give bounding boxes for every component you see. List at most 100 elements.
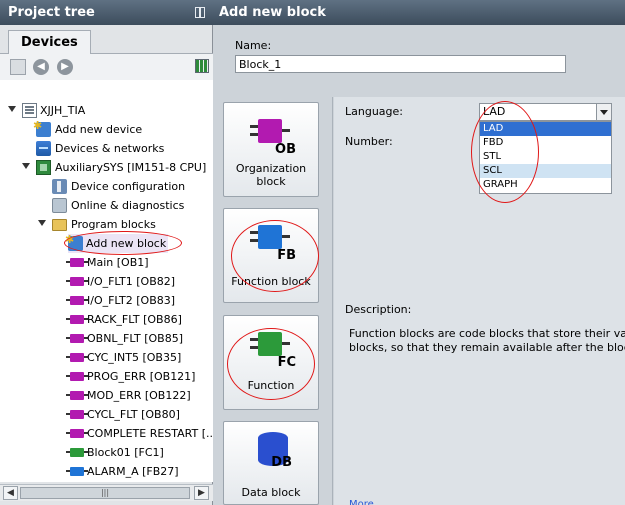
device-config-icon xyxy=(52,179,67,194)
tree-item-block[interactable]: Block01 [FC1] xyxy=(66,443,210,462)
tree-item-label: I/O_FLT1 [OB82] xyxy=(87,275,176,288)
tree-item-label: Add new block xyxy=(86,237,167,250)
ob-code: OB xyxy=(275,142,296,157)
tree-item-label: I/O_FLT2 [OB83] xyxy=(87,294,176,307)
language-option-graph[interactable]: GRAPH xyxy=(480,178,611,192)
add-block-icon xyxy=(65,230,83,251)
tree-item-label: Program blocks xyxy=(71,218,156,231)
tree-item-block[interactable]: ALARM_A [FB27] xyxy=(66,462,210,481)
language-select[interactable]: LAD xyxy=(479,103,612,121)
scroll-thumb[interactable]: ||| xyxy=(20,487,190,499)
tree-item-block[interactable]: MOD_ERR [OB122] xyxy=(66,386,210,405)
scroll-right-icon[interactable]: ▶ xyxy=(194,486,209,500)
tree-item-block[interactable]: I/O_FLT1 [OB82] xyxy=(66,272,210,291)
tree-item-block[interactable]: CYCL_FLT [OB80] xyxy=(66,405,210,424)
function-block-button[interactable]: FB Function block xyxy=(223,208,319,303)
scroll-left-icon[interactable]: ◀ xyxy=(3,486,18,500)
fb-block-icon xyxy=(66,467,88,476)
block-type-list: OB Organization block FB Function block xyxy=(213,97,333,505)
tree-item-program-blocks[interactable]: Program blocks xyxy=(38,215,208,234)
tree-item-label: XJJH_TIA xyxy=(40,104,86,117)
expand-arrow-icon[interactable] xyxy=(22,163,30,169)
back-arrow-icon[interactable]: ◀ xyxy=(33,59,49,75)
ob-block-icon xyxy=(66,391,88,400)
tree-item-block[interactable]: CYC_INT5 [OB35] xyxy=(66,348,210,367)
cpu-icon xyxy=(36,160,51,175)
tree-item-label: CYC_INT5 [OB35] xyxy=(87,351,182,364)
block-name-input[interactable] xyxy=(235,55,566,73)
tree-item-label: PROG_ERR [OB121] xyxy=(87,370,196,383)
tree-toolbar: ◀ ▶ xyxy=(0,54,213,80)
more-info-link[interactable]: More... xyxy=(349,499,383,505)
number-label: Number: xyxy=(345,135,393,148)
tree-item-label: AuxiliarySYS [IM151-8 CPU] xyxy=(55,161,207,174)
collapse-panel-icon[interactable] xyxy=(195,7,205,18)
ob-block-icon xyxy=(66,296,88,305)
ob-block-icon xyxy=(66,277,88,286)
tree-item-label: Device configuration xyxy=(71,180,186,193)
language-label: Language: xyxy=(345,105,403,118)
tree-item-block[interactable]: I/O_FLT2 [OB83] xyxy=(66,291,210,310)
tree-item-block[interactable]: OBNL_FLT [OB85] xyxy=(66,329,210,348)
description-label: Description: xyxy=(345,303,412,316)
tree-item-add-new-device[interactable]: Add new device xyxy=(33,116,206,139)
db-block-icon: DB xyxy=(258,432,292,470)
ob-block-icon xyxy=(66,334,88,343)
tree-item-devices-networks[interactable]: Devices & networks xyxy=(36,139,206,158)
db-code: DB xyxy=(271,455,292,470)
fc-block-icon xyxy=(66,448,88,457)
tree-item-add-new-block[interactable]: Add new block xyxy=(65,230,168,253)
project-tree-panel: Project tree Devices ◀ ▶ XJJH_TIA Add ne… xyxy=(0,0,213,505)
tree-item-label: COMPLETE RESTART [... xyxy=(87,427,213,440)
overview-grid-icon[interactable] xyxy=(195,59,209,73)
tab-devices[interactable]: Devices xyxy=(8,30,91,54)
project-tree-title: Project tree xyxy=(8,5,95,20)
language-option-fbd[interactable]: FBD xyxy=(480,136,611,150)
tree-item-label: ALARM_A [FB27] xyxy=(87,465,179,478)
tree-item-label: Main [OB1] xyxy=(87,256,149,269)
language-option-scl[interactable]: SCL xyxy=(480,164,611,178)
function-block-label: Function block xyxy=(231,275,311,288)
project-tree: XJJH_TIA Add new device Devices & networ… xyxy=(0,80,213,482)
language-dropdown-list: LAD FBD STL SCL GRAPH xyxy=(479,121,612,194)
diagnostics-icon xyxy=(52,198,67,213)
tree-item-device-configuration[interactable]: Device configuration xyxy=(52,177,212,196)
project-tree-header: Project tree xyxy=(0,0,213,25)
function-label: Function xyxy=(247,379,295,392)
fc-code: FC xyxy=(277,355,296,370)
tree-item-block[interactable]: COMPLETE RESTART [... xyxy=(66,424,213,443)
data-block-label: Data block xyxy=(241,486,301,499)
fb-block-icon: FB xyxy=(250,225,296,263)
ob-block-icon xyxy=(66,410,88,419)
horizontal-scrollbar[interactable]: ◀ ||| ▶ xyxy=(0,484,213,501)
tree-item-label: RACK_FLT [OB86] xyxy=(87,313,182,326)
dialog-title: Add new block xyxy=(213,0,625,25)
tree-item-block[interactable]: PROG_ERR [OB121] xyxy=(66,367,210,386)
tree-item-block[interactable]: Main [OB1] xyxy=(66,253,210,272)
tree-item-block[interactable]: RACK_FLT [OB86] xyxy=(66,310,210,329)
description-line: blocks, so that they remain available af… xyxy=(349,341,625,354)
ob-block-icon xyxy=(66,353,88,362)
forward-arrow-icon[interactable]: ▶ xyxy=(57,59,73,75)
new-item-icon[interactable] xyxy=(10,59,26,75)
tree-item-cpu[interactable]: AuxiliarySYS [IM151-8 CPU] xyxy=(22,158,212,177)
description-line: Function blocks are code blocks that sto… xyxy=(349,327,625,340)
block-settings-panel: Language: LAD LAD FBD STL SCL GRAPH Numb… xyxy=(334,97,625,505)
organization-block-button[interactable]: OB Organization block xyxy=(223,102,319,197)
language-option-stl[interactable]: STL xyxy=(480,150,611,164)
expand-arrow-icon[interactable] xyxy=(8,106,16,112)
tree-item-online-diagnostics[interactable]: Online & diagnostics xyxy=(52,196,212,215)
data-block-button[interactable]: DB Data block xyxy=(223,421,319,505)
language-option-lad[interactable]: LAD xyxy=(480,122,611,136)
expand-arrow-icon[interactable] xyxy=(38,220,46,226)
add-device-icon xyxy=(33,116,51,137)
fb-code: FB xyxy=(277,248,296,263)
ob-block-icon: OB xyxy=(250,119,296,157)
dialog-body: Name: OB Organization block FB xyxy=(213,25,625,505)
language-selected-value: LAD xyxy=(483,105,506,118)
tree-item-label: Block01 [FC1] xyxy=(87,446,164,459)
ob-block-icon xyxy=(66,315,88,324)
function-button[interactable]: FC Function xyxy=(223,315,319,410)
chevron-down-icon[interactable] xyxy=(596,104,611,120)
fc-block-icon: FC xyxy=(250,332,296,370)
